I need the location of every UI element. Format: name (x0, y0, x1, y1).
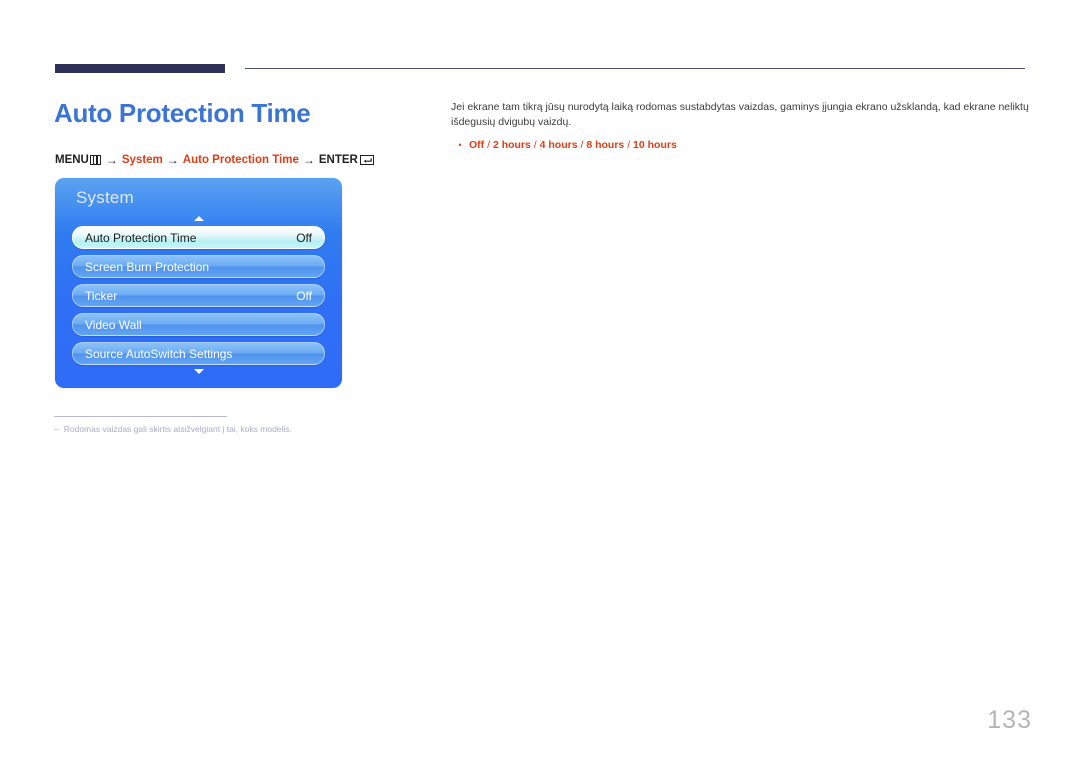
enter-key-icon (359, 155, 374, 165)
osd-row-screen-burn-protection[interactable]: Screen Burn Protection (72, 255, 325, 278)
breadcrumb: MENU → System → Auto Protection Time → E… (55, 153, 374, 167)
osd-menu-list: Auto Protection Time Off Screen Burn Pro… (72, 226, 325, 371)
footnote-dash: – (54, 424, 59, 434)
bullet-dot-icon: • (458, 140, 462, 150)
osd-row-label: Source AutoSwitch Settings (85, 346, 233, 361)
header-rule (55, 64, 1025, 74)
options-bullet-list: • Off / 2 hours / 4 hours / 8 hours / 10… (451, 138, 1029, 153)
breadcrumb-item-label: Auto Protection Time (182, 154, 299, 166)
list-item: • Off / 2 hours / 4 hours / 8 hours / 10… (451, 138, 1029, 153)
osd-row-label: Auto Protection Time (85, 230, 197, 245)
footnote-divider (54, 416, 227, 417)
osd-row-video-wall[interactable]: Video Wall (72, 313, 325, 336)
header-rule-thin (245, 68, 1025, 69)
osd-scroll-down[interactable] (55, 367, 342, 375)
osd-row-value: Off (296, 288, 312, 303)
footnote-text: Rodomas vaizdas gali skirtis atsižvelgia… (63, 424, 292, 434)
osd-row-ticker[interactable]: Ticker Off (72, 284, 325, 307)
breadcrumb-menu-label: MENU (55, 154, 89, 166)
osd-scroll-up[interactable] (55, 214, 342, 222)
page-number: 133 (987, 706, 1032, 734)
breadcrumb-enter-label: ENTER (318, 154, 358, 166)
breadcrumb-system-label: System (121, 154, 163, 166)
osd-row-label: Video Wall (85, 317, 142, 332)
osd-panel-title: System (76, 188, 134, 207)
osd-row-label: Ticker (85, 288, 118, 303)
footnote: – Rodomas vaizdas gali skirtis atsižvelg… (54, 424, 292, 434)
breadcrumb-arrow-1: → (105, 153, 118, 167)
osd-row-value: Off (296, 230, 312, 245)
breadcrumb-arrow-2: → (166, 153, 179, 167)
chevron-down-icon (193, 369, 204, 374)
osd-row-label: Screen Burn Protection (85, 259, 210, 274)
body-column: Jei ekrane tam tikrą jūsų nurodytą laiką… (451, 100, 1029, 153)
breadcrumb-arrow-3: → (302, 153, 315, 167)
osd-row-source-autoswitch-settings[interactable]: Source AutoSwitch Settings (72, 342, 325, 365)
page-title: Auto Protection Time (54, 98, 311, 128)
options-list: Off / 2 hours / 4 hours / 8 hours / 10 h… (469, 139, 677, 151)
menu-bars-icon (89, 155, 101, 165)
osd-row-auto-protection-time[interactable]: Auto Protection Time Off (72, 226, 325, 249)
body-paragraph: Jei ekrane tam tikrą jūsų nurodytą laiką… (451, 101, 1029, 128)
header-rule-thick (55, 64, 225, 73)
chevron-up-icon (193, 216, 204, 221)
osd-panel: System Auto Protection Time Off Screen B… (55, 178, 342, 388)
